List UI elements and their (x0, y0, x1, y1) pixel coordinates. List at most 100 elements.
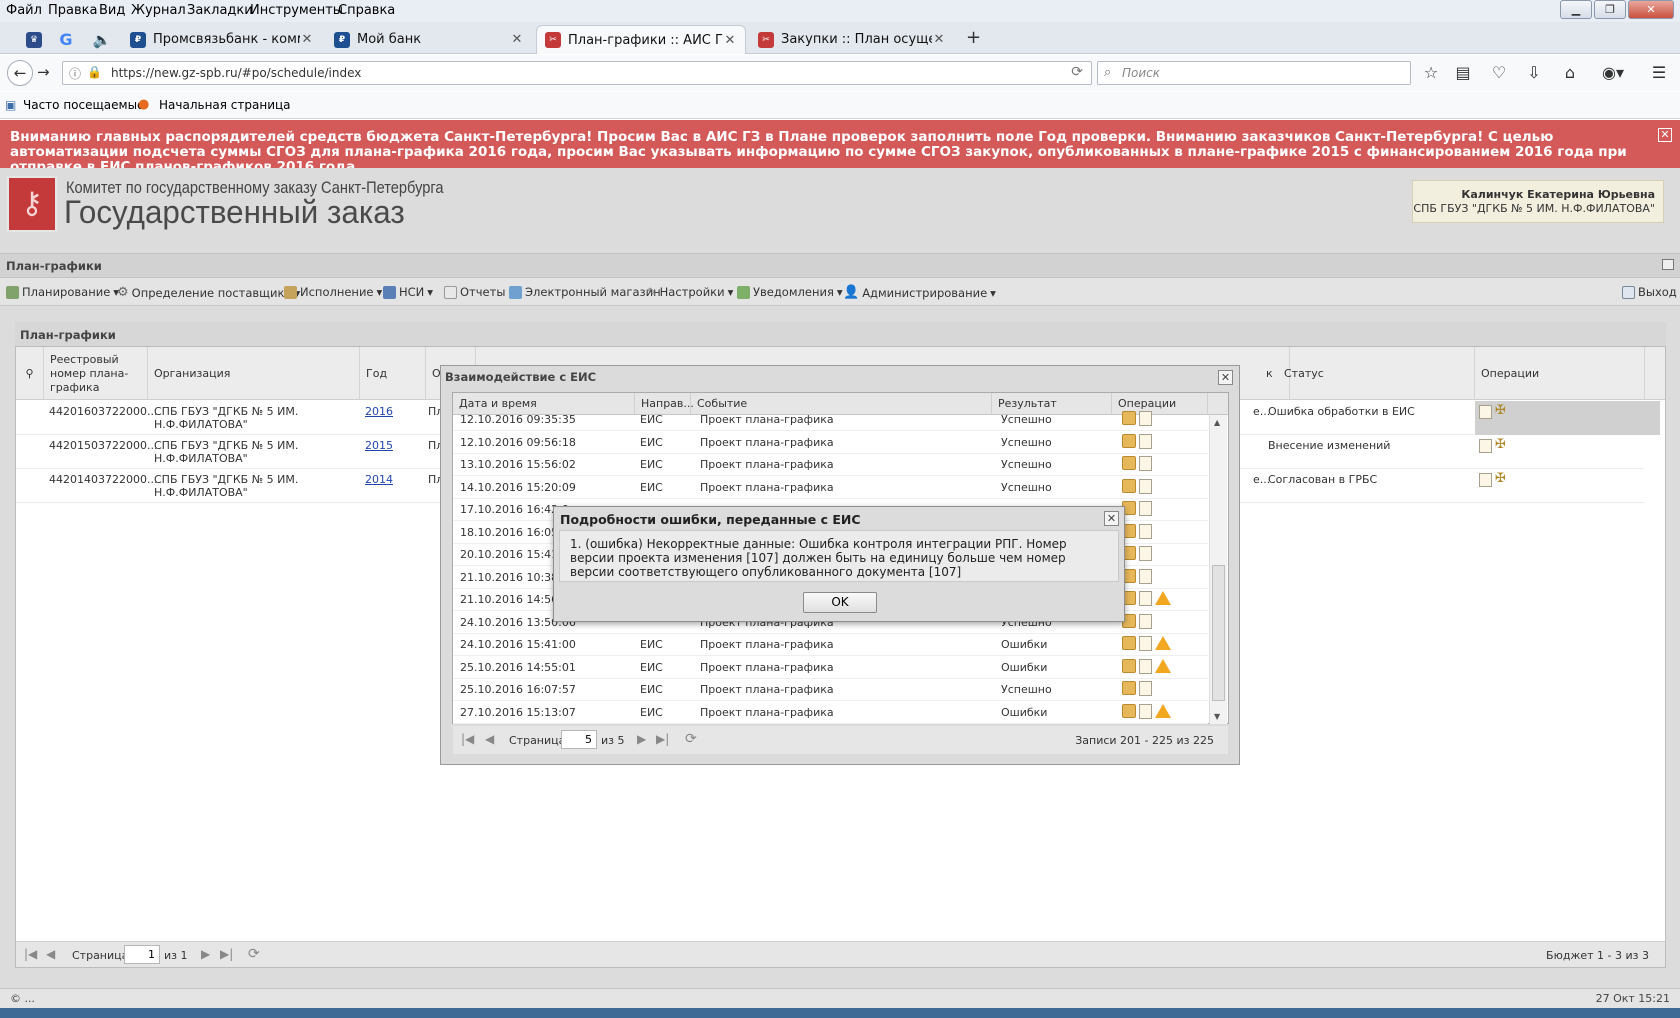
menu-supplier[interactable]: ⚙ Определение поставщика ▾ (117, 285, 300, 300)
menu-edit[interactable]: Правка (48, 3, 97, 18)
scroll-down-icon[interactable]: ▼ (1214, 712, 1220, 721)
document-icon[interactable] (1139, 658, 1152, 674)
last-page-icon[interactable]: ▶| (656, 732, 669, 746)
menu-execution[interactable]: Исполнение ▾ (284, 285, 382, 299)
eis-scrollbar[interactable]: ▲ ▼ (1209, 415, 1227, 724)
notice-close-icon[interactable]: ✕ (1658, 128, 1672, 142)
menu-planning[interactable]: Планирование ▾ (6, 285, 119, 299)
emblem-icon[interactable]: ✠ (1495, 437, 1506, 452)
menu-settings[interactable]: ✎ Настройки ▾ (647, 285, 733, 299)
menu-nsi[interactable]: НСИ ▾ (383, 285, 433, 299)
window-close-icon[interactable]: ✕ (1628, 0, 1674, 19)
menu-view[interactable]: Вид (99, 3, 125, 18)
package-icon[interactable] (1122, 658, 1136, 673)
ok-button[interactable]: OK (803, 592, 877, 613)
last-page-icon[interactable]: ▶| (220, 947, 233, 961)
menu-tools[interactable]: Инструменты (250, 3, 343, 18)
next-page-icon[interactable]: ▶ (201, 947, 210, 961)
eis-dialog-close-icon[interactable]: ✕ (1218, 370, 1233, 385)
reading-list-icon[interactable]: ▤ (1452, 63, 1474, 83)
forward-icon[interactable]: → (37, 63, 50, 81)
document-icon[interactable] (1139, 478, 1152, 494)
year-link[interactable]: 2015 (365, 439, 393, 452)
package-icon[interactable] (1122, 456, 1136, 470)
edit-doc-icon[interactable] (1479, 405, 1492, 419)
document-icon[interactable] (1139, 501, 1152, 516)
tab-close-icon[interactable]: ✕ (932, 32, 946, 47)
tab-schedule-active[interactable]: ✂ План-графики :: АИС ГЗ ✕ (536, 25, 746, 54)
document-icon[interactable] (1139, 433, 1152, 449)
menu-file[interactable]: Файл (6, 3, 42, 18)
year-link[interactable]: 2016 (365, 405, 393, 418)
eis-row[interactable]: 14.10.2016 15:20:09 ЕИС Проект плана-графи… (453, 477, 1208, 499)
year-link[interactable]: 2014 (365, 473, 393, 486)
edit-doc-icon[interactable] (1479, 439, 1492, 453)
home-icon[interactable]: ⌂ (1559, 63, 1581, 83)
hamburger-menu-icon[interactable]: ☰ (1648, 63, 1670, 83)
refresh-icon[interactable]: ⟳ (685, 731, 697, 747)
eis-row[interactable]: 25.10.2016 16:07:57 ЕИС Проект плана-графи… (453, 679, 1208, 701)
logout-button[interactable]: Выход (1622, 285, 1677, 299)
scroll-thumb[interactable] (1212, 565, 1225, 701)
eis-row[interactable]: 12.10.2016 09:35:35 ЕИС Проект плана-графи… (453, 409, 1208, 431)
eis-row[interactable]: 12.10.2016 09:56:18 ЕИС Проект плана-графи… (453, 432, 1208, 454)
eis-row[interactable]: 25.10.2016 14:55:01 ЕИС Проект плана-графи… (453, 657, 1208, 679)
restore-icon[interactable]: ❐ (1594, 0, 1626, 19)
refresh-icon[interactable]: ⟳ (248, 946, 260, 962)
download-icon[interactable]: ⇩ (1523, 63, 1545, 83)
bookmark-home[interactable]: Начальная страница (159, 98, 291, 112)
warning-icon[interactable] (1155, 591, 1171, 605)
package-icon[interactable] (1122, 703, 1136, 718)
document-icon[interactable] (1139, 568, 1152, 584)
tab-close-icon[interactable]: ✕ (300, 32, 314, 47)
col-status[interactable]: Статус (1260, 347, 1475, 400)
adblock-icon[interactable]: ◉▾ (1597, 63, 1629, 83)
filter-icon[interactable]: ⚲ (16, 347, 44, 400)
new-tab-button[interactable]: + (966, 27, 981, 48)
document-icon[interactable] (1139, 681, 1152, 696)
url-bar[interactable]: ⓘ 🔒 https://new.gz-spb.ru/#po/schedule/i… (62, 61, 1092, 85)
error-dialog-close-icon[interactable]: ✕ (1104, 511, 1119, 526)
edit-doc-icon[interactable] (1479, 473, 1492, 487)
next-page-icon[interactable]: ▶ (637, 732, 646, 746)
tab-close-icon[interactable]: ✕ (723, 33, 737, 48)
col-organization[interactable]: Организация (148, 347, 360, 400)
menu-eshop[interactable]: Электронный магазин (509, 285, 661, 299)
warning-icon[interactable] (1155, 658, 1171, 673)
search-placeholder[interactable]: Поиск (1122, 66, 1160, 80)
eis-row[interactable]: 24.10.2016 15:41:00 ЕИС Проект плана-графи… (453, 634, 1208, 656)
package-icon[interactable] (1122, 433, 1136, 448)
document-icon[interactable] (1139, 456, 1152, 471)
page-input[interactable]: 5 (561, 730, 597, 749)
bookmark-star-icon[interactable]: ☆ (1420, 63, 1442, 83)
search-bar[interactable]: ⌕ Поиск (1097, 61, 1411, 85)
document-icon[interactable] (1139, 613, 1152, 629)
warning-icon[interactable] (1155, 703, 1171, 718)
bookmark-frequent[interactable]: Часто посещаемые (23, 98, 144, 112)
document-icon[interactable] (1139, 546, 1152, 561)
col-reg-number[interactable]: Реестровый номер плана-графика (44, 347, 148, 400)
emblem-icon[interactable]: ✠ (1495, 403, 1506, 418)
col-year[interactable]: Год (360, 347, 426, 400)
package-icon[interactable] (1122, 411, 1136, 425)
document-icon[interactable] (1139, 703, 1152, 719)
tab-close-icon[interactable]: ✕ (510, 32, 524, 47)
document-icon[interactable] (1139, 523, 1152, 539)
page-input[interactable]: 1 (124, 945, 160, 964)
document-icon[interactable] (1139, 591, 1152, 606)
document-icon[interactable] (1139, 411, 1152, 426)
first-page-icon[interactable]: |◀ (24, 947, 37, 961)
pinned-tab-3[interactable]: 🔈 (80, 25, 124, 54)
tab-promsvyazbank[interactable]: ₽ Промсвязьбанк - коммер... ✕ (122, 25, 322, 54)
back-icon[interactable]: ← (7, 60, 33, 86)
scroll-up-icon[interactable]: ▲ (1214, 418, 1220, 427)
pocket-icon[interactable]: ♡ (1488, 63, 1510, 83)
warning-icon[interactable] (1155, 636, 1171, 650)
menu-reports[interactable]: Отчеты (444, 285, 505, 299)
reload-icon[interactable]: ⟳ (1071, 64, 1083, 80)
tab-my-bank[interactable]: ₽ Мой банк ✕ (326, 25, 532, 54)
package-icon[interactable] (1122, 636, 1136, 650)
url-text[interactable]: https://new.gz-spb.ru/#po/schedule/index (111, 66, 361, 80)
tab-purchases[interactable]: ✂ Закупки :: План осущест... ✕ (750, 25, 954, 54)
prev-page-icon[interactable]: ◀ (485, 732, 494, 746)
